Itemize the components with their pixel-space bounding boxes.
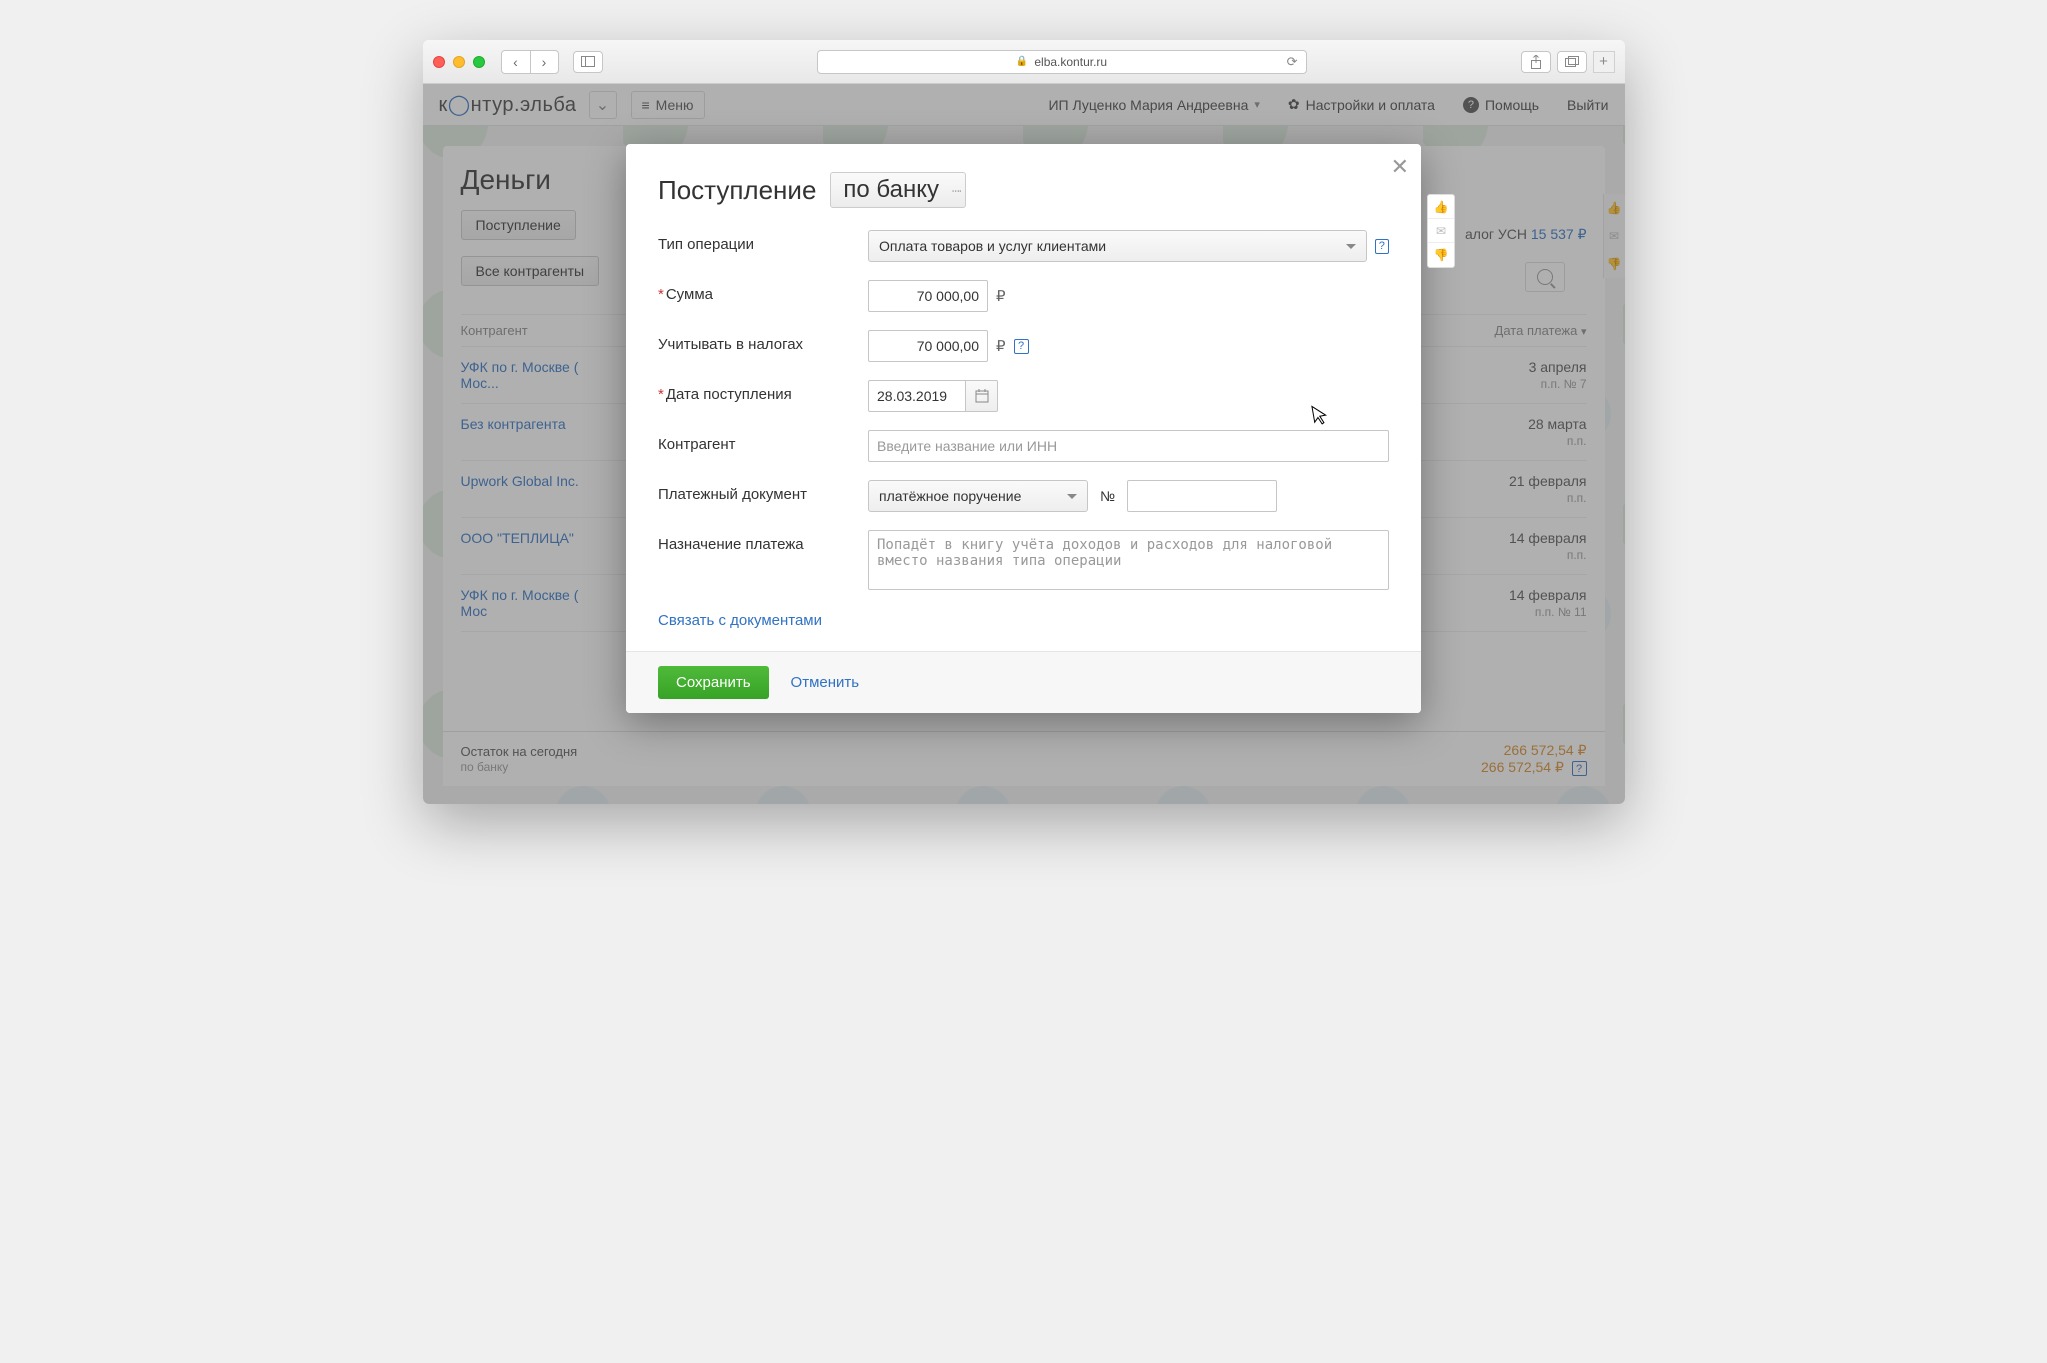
new-tab-button[interactable]: +: [1593, 51, 1615, 73]
sidebar-toggle-button[interactable]: [573, 51, 603, 73]
help-icon[interactable]: ?: [1375, 239, 1389, 254]
calendar-button[interactable]: [966, 380, 998, 412]
safari-window: ‹ › 🔒 elba.kontur.ru ⟳ + к◯нтур.эл: [423, 40, 1625, 804]
thumbs-up-icon[interactable]: 👍: [1428, 195, 1454, 219]
share-button[interactable]: [1521, 51, 1551, 73]
address-bar[interactable]: 🔒 elba.kontur.ru ⟳: [817, 50, 1307, 74]
thumbs-down-icon[interactable]: 👎: [1428, 243, 1454, 267]
modal-title-row: Поступление по банку: [658, 172, 1389, 208]
modal-footer: Сохранить Отменить: [626, 651, 1421, 713]
page-viewport: к◯нтур.эльба ⌄ ≡ Меню ИП Луценко Мария А…: [423, 84, 1625, 804]
op-type-select[interactable]: Оплата товаров и услуг клиентами: [868, 230, 1367, 262]
back-button[interactable]: ‹: [502, 51, 530, 73]
browser-toolbar: ‹ › 🔒 elba.kontur.ru ⟳ +: [423, 40, 1625, 84]
payment-doc-label: Платежный документ: [658, 480, 868, 503]
date-input[interactable]: [868, 380, 966, 412]
link-documents-link[interactable]: Связать с документами: [658, 612, 822, 629]
tax-amount-label: Учитывать в налогах: [658, 330, 868, 353]
tax-amount-input[interactable]: [868, 330, 988, 362]
purpose-label: Назначение платежа: [658, 530, 868, 553]
lock-icon: 🔒: [1016, 56, 1028, 67]
nav-buttons: ‹ ›: [501, 50, 559, 74]
source-dropdown[interactable]: по банку: [830, 172, 966, 208]
income-modal: ✕ 👍 ✉ 👎 Поступление по банку Тип операци…: [626, 144, 1421, 713]
feedback-strip: 👍 ✉ 👎: [1427, 194, 1455, 268]
purpose-textarea[interactable]: [868, 530, 1389, 590]
modal-title: Поступление: [658, 175, 816, 206]
close-window-button[interactable]: [433, 56, 445, 68]
reload-icon[interactable]: ⟳: [1287, 54, 1298, 70]
url-text: elba.kontur.ru: [1034, 55, 1107, 69]
right-toolbar: +: [1521, 51, 1615, 73]
ruble-symbol: ₽: [996, 337, 1006, 355]
date-label: *Дата поступления: [658, 380, 868, 403]
window-controls: [433, 56, 485, 68]
counterparty-input[interactable]: [868, 430, 1389, 462]
tabs-button[interactable]: [1557, 51, 1587, 73]
counterparty-label: Контрагент: [658, 430, 868, 453]
mail-icon[interactable]: ✉: [1428, 219, 1454, 243]
zoom-window-button[interactable]: [473, 56, 485, 68]
modal-overlay: ✕ 👍 ✉ 👎 Поступление по банку Тип операци…: [423, 84, 1625, 804]
close-icon[interactable]: ✕: [1391, 154, 1409, 180]
op-type-label: Тип операции: [658, 230, 868, 253]
payment-num-input[interactable]: [1127, 480, 1277, 512]
cancel-button[interactable]: Отменить: [791, 674, 860, 691]
payment-num-label: №: [1100, 488, 1115, 504]
amount-label: *Сумма: [658, 280, 868, 303]
save-button[interactable]: Сохранить: [658, 666, 769, 699]
ruble-symbol: ₽: [996, 287, 1006, 305]
help-icon[interactable]: ?: [1014, 339, 1029, 354]
minimize-window-button[interactable]: [453, 56, 465, 68]
amount-input[interactable]: [868, 280, 988, 312]
payment-doc-select[interactable]: платёжное поручение: [868, 480, 1088, 512]
forward-button[interactable]: ›: [530, 51, 558, 73]
